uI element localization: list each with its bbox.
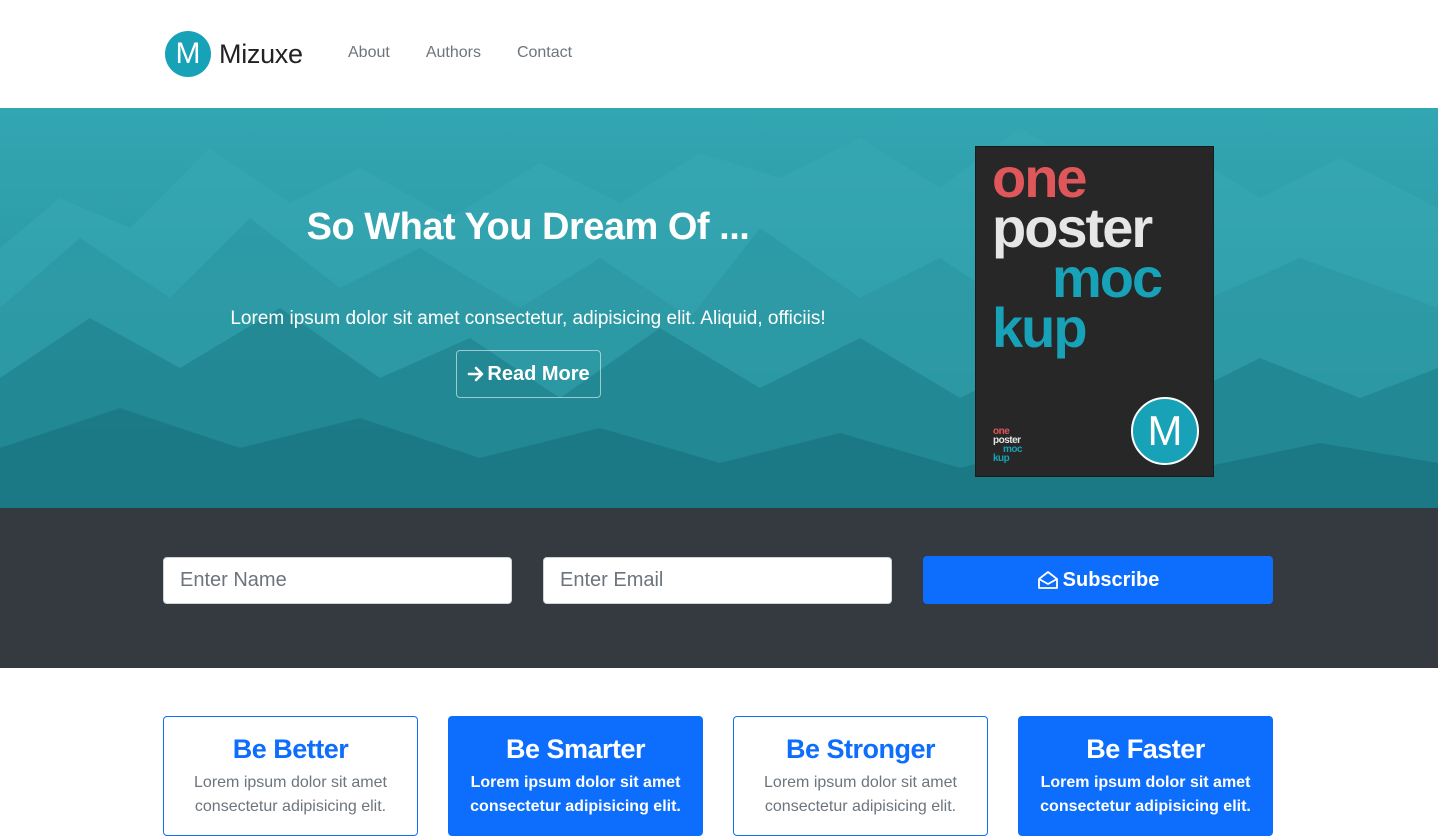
poster-small-kup: kup xyxy=(993,453,1010,464)
feature-card-stronger: Be Stronger Lorem ipsum dolor sit amet c… xyxy=(733,716,988,836)
feature-card-better: Be Better Lorem ipsum dolor sit amet con… xyxy=(163,716,418,836)
hero-section: So What You Dream Of ... Lorem ipsum dol… xyxy=(0,108,1438,508)
brand-name: Mizuxe xyxy=(219,38,303,69)
envelope-open-icon xyxy=(1037,570,1059,590)
card-text: Lorem ipsum dolor sit amet consectetur a… xyxy=(470,773,681,815)
features-section: Be Better Lorem ipsum dolor sit amet con… xyxy=(0,668,1438,836)
poster-line-kup: kup xyxy=(992,296,1088,359)
card-text: Lorem ipsum dolor sit amet consectetur a… xyxy=(764,773,957,815)
hero-title: So What You Dream Of ... xyxy=(306,206,750,248)
poster-logo: M xyxy=(1131,397,1199,465)
brand-logo-letter: M xyxy=(175,37,201,70)
card-title: Be Better xyxy=(232,734,349,764)
card-title: Be Faster xyxy=(1086,734,1205,764)
brand-logo: M xyxy=(165,31,211,77)
nav-link-about[interactable]: About xyxy=(348,44,390,62)
hero-text: Lorem ipsum dolor sit amet consectetur, … xyxy=(230,308,826,329)
nav-link-authors[interactable]: Authors xyxy=(426,44,481,62)
read-more-button[interactable]: Read More xyxy=(456,350,601,398)
card-title: Be Stronger xyxy=(785,734,936,764)
subscribe-section: Subscribe xyxy=(0,508,1438,668)
navbar: M Mizuxe About Authors Contact xyxy=(0,0,1438,108)
name-input[interactable] xyxy=(163,557,512,604)
poster-headline: one poster moc kup xyxy=(992,150,1163,359)
poster-small-text: one poster moc kup xyxy=(993,427,1023,464)
feature-card-smarter: Be Smarter Lorem ipsum dolor sit amet co… xyxy=(448,716,703,836)
nav-links: About Authors Contact xyxy=(348,44,608,62)
subscribe-button[interactable]: Subscribe xyxy=(923,556,1273,604)
email-input[interactable] xyxy=(543,557,892,604)
feature-card-faster: Be Faster Lorem ipsum dolor sit amet con… xyxy=(1018,716,1273,836)
card-text: Lorem ipsum dolor sit amet consectetur a… xyxy=(1040,773,1251,815)
card-title: Be Smarter xyxy=(505,734,646,764)
poster-image: one poster moc kup one poster moc kup M xyxy=(975,146,1214,477)
arrow-right-icon xyxy=(467,365,485,383)
poster-logo-letter: M xyxy=(1147,407,1183,454)
read-more-label: Read More xyxy=(487,362,590,385)
subscribe-label: Subscribe xyxy=(1062,568,1160,591)
brand[interactable]: M Mizuxe xyxy=(165,31,303,77)
nav-link-contact[interactable]: Contact xyxy=(517,44,572,62)
card-text: Lorem ipsum dolor sit amet consectetur a… xyxy=(194,773,387,815)
